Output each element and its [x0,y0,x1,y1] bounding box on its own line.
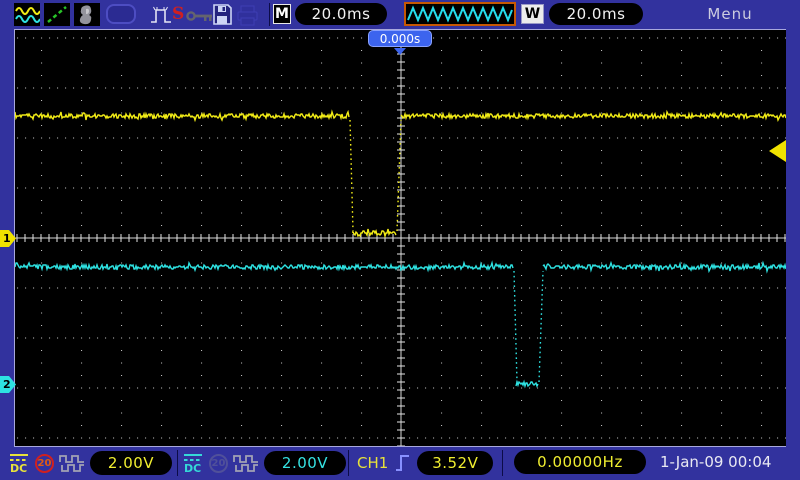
rising-edge-icon [394,451,411,474]
waveform-traces [15,30,786,446]
channels-waveform-icon [14,3,40,26]
ch1-bandwidth-limit-icon: 20 [35,454,54,473]
frequency-counter-readout: 0.00000Hz [514,450,646,474]
ch2-status-group: DC 20 2.00V [182,451,346,475]
trigger-level-marker-icon[interactable] [768,140,786,162]
status-box [106,4,136,24]
main-timebase-badge: M [273,4,291,24]
ch2-scale-readout: 2.00V [264,451,346,475]
ch2-ground-marker[interactable]: 2 [0,376,17,393]
ch1-status-group: DC 20 2.00V [8,451,172,475]
pulse-mode-icon [150,3,172,26]
window-zone-waveform-icon [404,2,516,26]
ch2-dc-coupling-icon: DC [182,451,204,475]
single-state-indicator: S [172,4,184,24]
datetime-label: 1-Jan-09 00:04 [660,453,771,471]
toolbar-separator [269,3,270,26]
ch2-bandwidth-limit-icon: 20 [209,454,228,473]
svg-text:DC: DC [10,462,27,475]
menu-label[interactable]: Menu [700,5,760,23]
trigger-level-readout: 3.52V [417,451,493,475]
statusbar-separator [502,450,503,476]
statusbar-separator [177,450,178,476]
keylock-icon [186,8,214,21]
window-timebase-readout: 20.0ms [549,3,643,25]
ch2-marker-label: 2 [3,378,11,391]
trigger-position-readout: 0.000s [368,30,432,47]
statusbar-separator [348,450,349,476]
window-timebase-badge: W [521,4,544,24]
ch1-squarewave-icon [59,453,85,473]
dashed-line-icon [44,3,70,26]
ch2-squarewave-icon [233,453,259,473]
ch1-marker-label: 1 [3,232,11,245]
ch1-dc-coupling-icon: DC [8,451,30,475]
print-icon [236,4,259,26]
save-icon [212,4,232,25]
trigger-status-group: CH1 3.52V [357,450,493,475]
trigger-position-marker-icon[interactable] [394,48,406,55]
waveform-display [14,29,786,447]
trigger-source-label: CH1 [357,454,388,472]
main-timebase-readout: 20.0ms [295,3,387,25]
ch1-scale-readout: 2.00V [90,451,172,475]
ch1-ground-marker[interactable]: 1 [0,230,17,247]
svg-text:DC: DC [184,462,201,475]
usb-device-icon [74,3,100,26]
